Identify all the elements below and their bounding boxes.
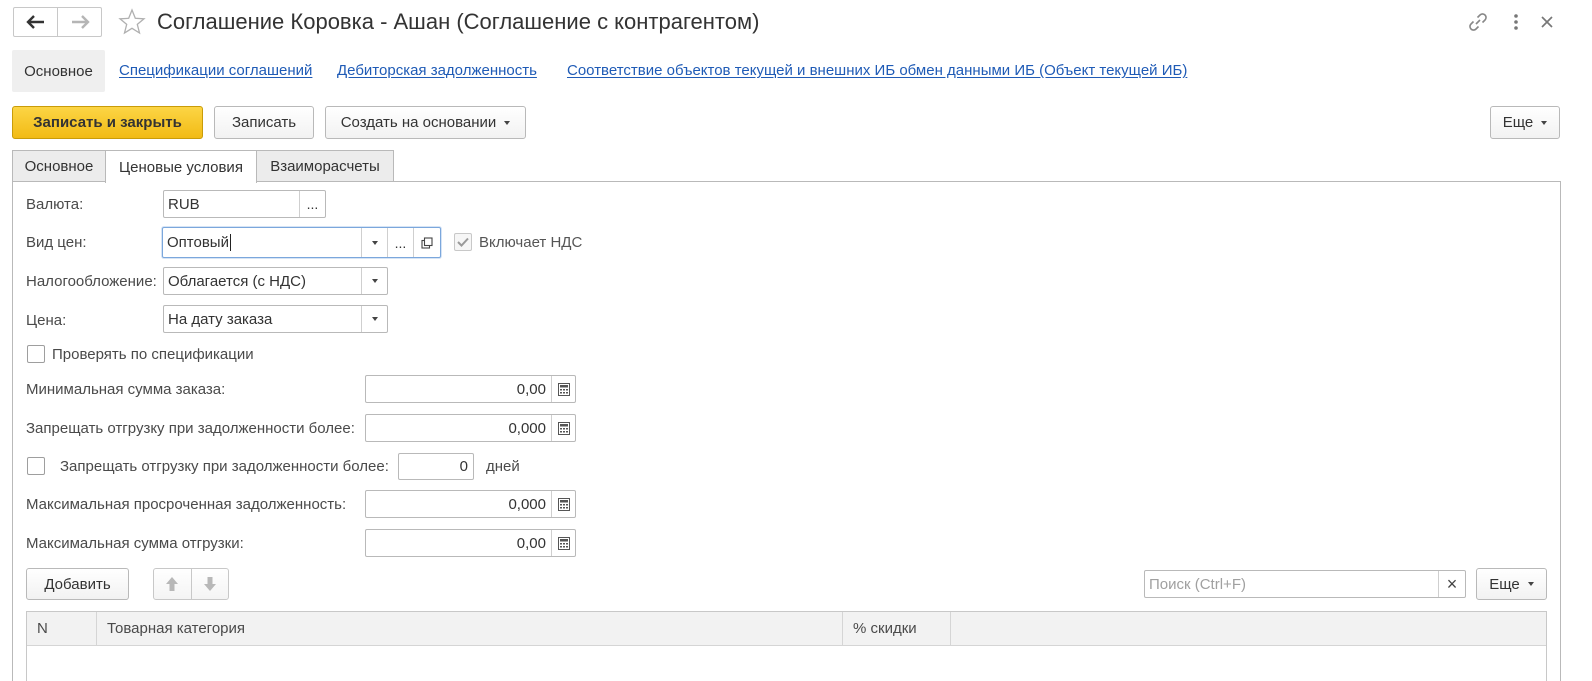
check-spec-label: Проверять по спецификации bbox=[52, 346, 254, 363]
save-and-close-button[interactable]: Записать и закрыть bbox=[12, 106, 203, 139]
price-type-select-button[interactable]: ... bbox=[387, 228, 413, 257]
chevron-down-icon bbox=[371, 279, 378, 283]
price-type-open-button[interactable] bbox=[413, 228, 440, 257]
min-order-field[interactable]: 0,00 bbox=[365, 375, 576, 403]
text-cursor bbox=[229, 234, 231, 251]
block-debt-amount-value[interactable]: 0,000 bbox=[366, 415, 551, 441]
move-buttons bbox=[153, 568, 229, 600]
move-down-button[interactable] bbox=[190, 569, 229, 599]
arrow-down-icon bbox=[203, 577, 216, 591]
tab-settlements[interactable]: Взаиморасчеты bbox=[256, 150, 394, 182]
price-type-input[interactable]: Оптовый bbox=[163, 228, 361, 257]
create-based-on-button[interactable]: Создать на основании bbox=[325, 106, 526, 139]
checkmark-icon bbox=[457, 237, 469, 247]
min-order-label: Минимальная сумма заказа: bbox=[26, 381, 226, 398]
calculator-icon bbox=[557, 421, 570, 435]
clear-search-button[interactable]: × bbox=[1438, 571, 1465, 597]
price-value[interactable]: На дату заказа bbox=[164, 306, 361, 332]
table-more-button[interactable]: Еще bbox=[1476, 568, 1547, 600]
nav-link-object-mapping[interactable]: Соответствие объектов текущей и внешних … bbox=[567, 61, 1187, 81]
block-debt-amount-field[interactable]: 0,000 bbox=[365, 414, 576, 442]
price-type-field[interactable]: Оптовый ... bbox=[162, 227, 441, 258]
currency-select-button[interactable]: ... bbox=[299, 191, 325, 217]
add-row-button[interactable]: Добавить bbox=[26, 568, 129, 600]
tab-main[interactable]: Основное bbox=[12, 150, 106, 182]
max-overdue-label: Максимальная просроченная задолженность: bbox=[26, 496, 347, 513]
arrow-up-icon bbox=[166, 577, 179, 591]
price-field[interactable]: На дату заказа bbox=[163, 305, 388, 333]
calculator-icon bbox=[557, 382, 570, 396]
includes-vat-label: Включает НДС bbox=[479, 234, 583, 251]
chevron-down-icon bbox=[1541, 120, 1548, 125]
nav-link-specifications[interactable]: Спецификации соглашений bbox=[119, 61, 312, 81]
nav-main[interactable]: Основное bbox=[12, 50, 105, 92]
column-header-category[interactable]: Товарная категория bbox=[97, 612, 843, 645]
min-order-value[interactable]: 0,00 bbox=[366, 376, 551, 402]
max-shipment-field[interactable]: 0,00 bbox=[365, 529, 576, 557]
create-based-on-label: Создать на основании bbox=[340, 114, 497, 131]
block-debt-days-value[interactable]: 0 bbox=[399, 454, 473, 479]
price-type-value: Оптовый bbox=[167, 234, 229, 251]
chevron-down-icon bbox=[371, 240, 378, 245]
check-spec-checkbox[interactable] bbox=[27, 345, 45, 363]
chevron-down-icon bbox=[1527, 582, 1534, 586]
column-header-n[interactable]: N bbox=[27, 612, 97, 645]
calculator-icon bbox=[557, 497, 570, 511]
includes-vat-checkbox[interactable] bbox=[454, 233, 472, 251]
taxation-label: Налогообложение: bbox=[26, 273, 157, 290]
search-input[interactable]: Поиск (Ctrl+F) bbox=[1145, 571, 1438, 597]
price-dropdown-button[interactable] bbox=[361, 306, 387, 332]
forward-button[interactable] bbox=[57, 8, 101, 36]
back-button[interactable] bbox=[14, 8, 57, 36]
favorite-star-icon[interactable] bbox=[118, 8, 146, 36]
discount-table: N Товарная категория % скидки bbox=[26, 611, 1547, 681]
block-debt-days-checkbox[interactable] bbox=[27, 457, 45, 475]
price-type-label: Вид цен: bbox=[26, 234, 87, 251]
more-vertical-icon[interactable] bbox=[1508, 11, 1524, 33]
taxation-field[interactable]: Облагается (с НДС) bbox=[163, 267, 388, 295]
window-title: Соглашение Коровка - Ашан (Соглашение с … bbox=[157, 9, 760, 34]
more-label: Еще bbox=[1502, 114, 1534, 131]
block-debt-days-label: Запрещать отгрузку при задолженности бол… bbox=[60, 458, 389, 475]
max-shipment-label: Максимальная сумма отгрузки: bbox=[26, 535, 244, 552]
block-debt-days-field[interactable]: 0 bbox=[398, 453, 474, 480]
max-overdue-field[interactable]: 0,000 bbox=[365, 490, 576, 518]
save-button[interactable]: Записать bbox=[214, 106, 314, 139]
days-label: дней bbox=[486, 458, 520, 475]
calculator-button[interactable] bbox=[551, 415, 575, 441]
block-debt-amount-label: Запрещать отгрузку при задолженности бол… bbox=[26, 420, 355, 437]
table-header: N Товарная категория % скидки bbox=[27, 612, 1546, 646]
calculator-button[interactable] bbox=[551, 491, 575, 517]
price-type-dropdown-button[interactable] bbox=[361, 228, 387, 257]
tab-price-conditions[interactable]: Ценовые условия bbox=[105, 150, 257, 183]
currency-label: Валюта: bbox=[26, 196, 84, 213]
max-overdue-value[interactable]: 0,000 bbox=[366, 491, 551, 517]
taxation-value[interactable]: Облагается (с НДС) bbox=[164, 268, 361, 294]
calculator-button[interactable] bbox=[551, 530, 575, 556]
taxation-dropdown-button[interactable] bbox=[361, 268, 387, 294]
max-shipment-value[interactable]: 0,00 bbox=[366, 530, 551, 556]
nav-link-receivables[interactable]: Дебиторская задолженность bbox=[337, 61, 537, 81]
column-header-filler bbox=[951, 612, 1546, 645]
open-window-icon bbox=[421, 236, 433, 249]
chevron-down-icon bbox=[504, 120, 511, 125]
move-up-button[interactable] bbox=[154, 569, 191, 599]
history-nav bbox=[13, 7, 102, 37]
arrow-right-icon bbox=[71, 15, 90, 29]
table-more-label: Еще bbox=[1489, 575, 1520, 593]
currency-value[interactable]: RUB bbox=[164, 191, 299, 217]
close-icon[interactable] bbox=[1538, 13, 1556, 31]
currency-field[interactable]: RUB ... bbox=[163, 190, 326, 218]
price-label: Цена: bbox=[26, 312, 67, 329]
more-button[interactable]: Еще bbox=[1490, 106, 1560, 139]
calculator-button[interactable] bbox=[551, 376, 575, 402]
link-icon[interactable] bbox=[1467, 11, 1489, 33]
chevron-down-icon bbox=[371, 317, 378, 321]
calculator-icon bbox=[557, 536, 570, 550]
arrow-left-icon bbox=[25, 15, 44, 29]
column-header-discount[interactable]: % скидки bbox=[843, 612, 951, 645]
search-field[interactable]: Поиск (Ctrl+F) × bbox=[1144, 570, 1466, 598]
